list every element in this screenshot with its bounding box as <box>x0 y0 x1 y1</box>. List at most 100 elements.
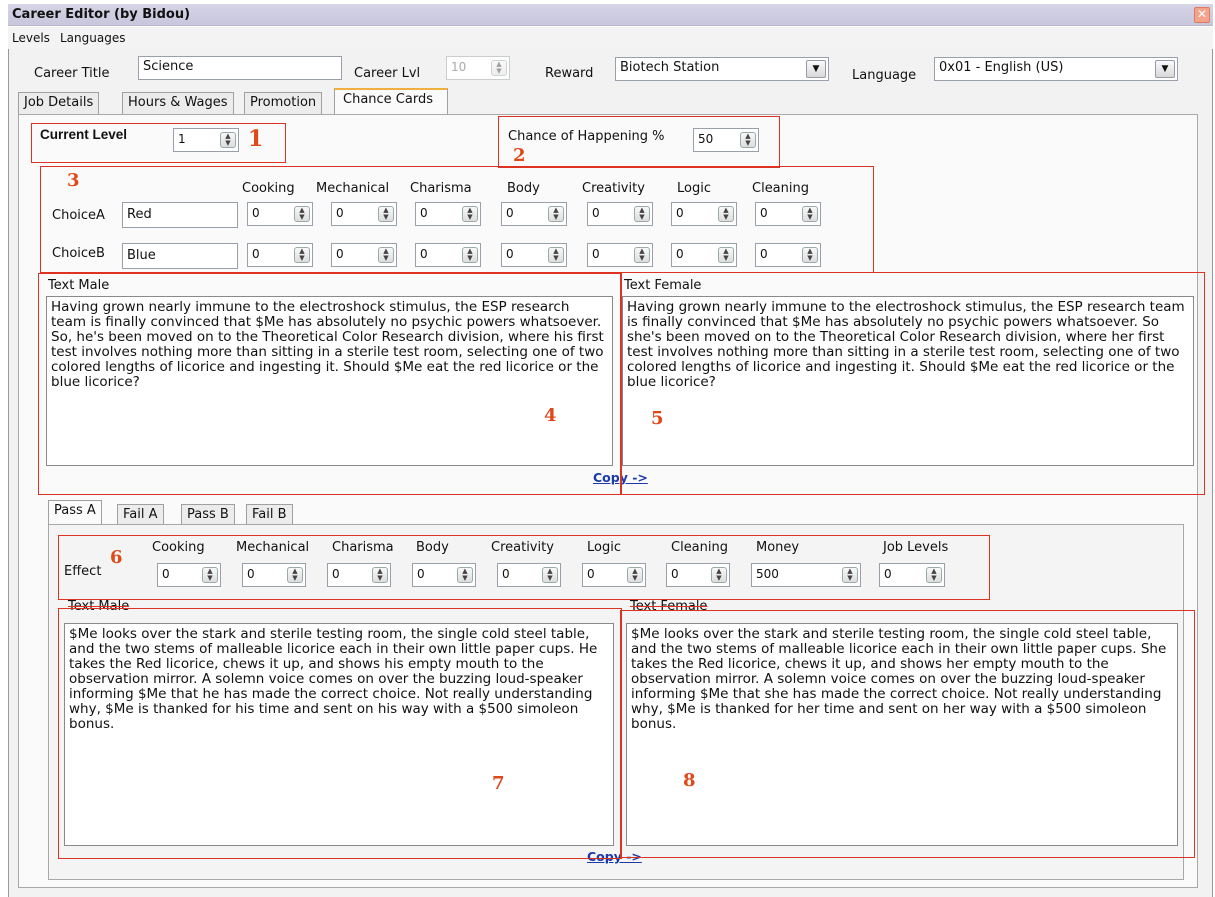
current-level-label: Current Level <box>40 127 128 142</box>
effect-stepper[interactable]: 0 ▲ ▼ <box>157 563 221 587</box>
outcome-text-male[interactable]: $Me looks over the stark and sterile tes… <box>64 623 614 846</box>
choice-a-name-input[interactable]: Red <box>122 202 238 228</box>
effect-header: Money <box>756 540 800 555</box>
spinner-arrows-icon[interactable]: ▲ ▼ <box>287 567 303 583</box>
choice-b-stepper-value: 0 <box>336 247 344 261</box>
tab-fail-b[interactable]: Fail B <box>246 504 293 526</box>
spinner-arrows-icon[interactable]: ▲ ▼ <box>802 206 818 222</box>
annotation-number-8: 8 <box>683 770 696 791</box>
card-text-male[interactable]: Having grown nearly immune to the electr… <box>46 296 613 466</box>
tab-hours-wages[interactable]: Hours & Wages <box>122 92 234 114</box>
spinner-arrows-icon[interactable]: ▲ ▼ <box>634 206 650 222</box>
choice-a-stepper[interactable]: 0 ▲ ▼ <box>587 202 653 226</box>
menu-levels[interactable]: Levels <box>12 31 50 45</box>
effect-stepper[interactable]: 0 ▲ ▼ <box>327 563 391 587</box>
choice-a-stepper[interactable]: 0 ▲ ▼ <box>247 202 313 226</box>
copy-link[interactable]: Copy -> <box>593 470 648 485</box>
spinner-arrows-icon[interactable]: ▲ ▼ <box>548 247 564 263</box>
spinner-arrows-icon[interactable]: ▲ ▼ <box>548 206 564 222</box>
column-header: Creativity <box>582 181 645 196</box>
copy-link-outcome[interactable]: Copy -> <box>587 849 642 864</box>
choice-b-stepper[interactable]: 0 ▲ ▼ <box>671 243 737 267</box>
choice-b-name-input[interactable]: Blue <box>122 243 238 269</box>
spinner-arrows-icon[interactable]: ▲ ▼ <box>711 567 727 583</box>
close-icon[interactable]: ✕ <box>1194 7 1210 23</box>
tab-pass-a[interactable]: Pass A <box>48 500 102 525</box>
chevron-down-icon[interactable]: ▼ <box>1155 60 1175 78</box>
spinner-arrows-icon[interactable]: ▲ ▼ <box>294 247 310 263</box>
spinner-arrows-icon[interactable]: ▲ ▼ <box>462 206 478 222</box>
choice-b-stepper[interactable]: 0 ▲ ▼ <box>331 243 397 267</box>
spinner-arrows-icon[interactable]: ▲ ▼ <box>802 247 818 263</box>
spinner-arrows-icon[interactable]: ▲ ▼ <box>462 247 478 263</box>
spinner-arrows-icon[interactable]: ▲ ▼ <box>491 60 507 76</box>
spinner-arrows-icon[interactable]: ▲ ▼ <box>718 247 734 263</box>
spinner-arrows-icon[interactable]: ▲ ▼ <box>372 567 388 583</box>
card-text-female[interactable]: Having grown nearly immune to the electr… <box>622 296 1194 466</box>
choice-a-stepper[interactable]: 0 ▲ ▼ <box>501 202 567 226</box>
spinner-arrows-icon[interactable]: ▲ ▼ <box>202 567 218 583</box>
effect-stepper[interactable]: 0 ▲ ▼ <box>666 563 730 587</box>
menu-languages[interactable]: Languages <box>60 31 125 45</box>
annotation-number-2: 2 <box>513 145 526 166</box>
choice-b-stepper[interactable]: 0 ▲ ▼ <box>587 243 653 267</box>
spinner-arrows-icon[interactable]: ▲ ▼ <box>634 247 650 263</box>
spinner-arrows-icon[interactable]: ▲ ▼ <box>926 567 942 583</box>
tab-pass-b[interactable]: Pass B <box>181 504 235 526</box>
tab-fail-a[interactable]: Fail A <box>117 504 164 526</box>
reward-label: Reward <box>545 66 594 81</box>
spinner-arrows-icon[interactable]: ▲ ▼ <box>294 206 310 222</box>
spinner-arrows-icon[interactable]: ▲ ▼ <box>220 132 236 148</box>
choice-a-stepper-value: 0 <box>760 206 768 220</box>
effect-stepper[interactable]: 0 ▲ ▼ <box>879 563 945 587</box>
column-header: Cleaning <box>752 181 809 196</box>
effect-stepper[interactable]: 0 ▲ ▼ <box>242 563 306 587</box>
outcome-text-female[interactable]: $Me looks over the stark and sterile tes… <box>626 623 1178 846</box>
choice-b-stepper[interactable]: 0 ▲ ▼ <box>755 243 821 267</box>
spinner-arrows-icon[interactable]: ▲ ▼ <box>542 567 558 583</box>
spinner-arrows-icon[interactable]: ▲ ▼ <box>718 206 734 222</box>
column-header: Body <box>507 181 540 196</box>
choice-a-stepper-value: 0 <box>506 206 514 220</box>
effect-stepper[interactable]: 0 ▲ ▼ <box>412 563 476 587</box>
current-level-stepper[interactable]: 1 ▲ ▼ <box>173 128 239 152</box>
chance-stepper[interactable]: 50 ▲ ▼ <box>693 128 759 152</box>
spinner-arrows-icon[interactable]: ▲ ▼ <box>457 567 473 583</box>
effect-stepper[interactable]: 0 ▲ ▼ <box>582 563 646 587</box>
chevron-down-icon[interactable]: ▼ <box>806 60 826 78</box>
choice-a-stepper[interactable]: 0 ▲ ▼ <box>755 202 821 226</box>
annotation-number-6: 6 <box>110 547 123 568</box>
choice-a-stepper[interactable]: 0 ▲ ▼ <box>415 202 481 226</box>
effect-stepper-value: 0 <box>502 567 510 581</box>
effect-stepper[interactable]: 500 ▲ ▼ <box>751 563 861 587</box>
outcome-text-male-label: Text Male <box>68 599 130 614</box>
career-lvl-stepper[interactable]: 10 ▲ ▼ <box>446 56 510 80</box>
spinner-arrows-icon[interactable]: ▲ ▼ <box>378 247 394 263</box>
spinner-arrows-icon[interactable]: ▲ ▼ <box>627 567 643 583</box>
tab-chance-cards[interactable]: Chance Cards <box>334 88 448 114</box>
column-header: Logic <box>677 181 711 196</box>
effect-header: Body <box>416 540 449 555</box>
effect-stepper[interactable]: 0 ▲ ▼ <box>497 563 561 587</box>
tab-promotion[interactable]: Promotion <box>244 92 323 114</box>
career-title-input[interactable]: Science <box>138 56 342 80</box>
choice-b-stepper[interactable]: 0 ▲ ▼ <box>247 243 313 267</box>
menu-bar: Levels Languages <box>8 27 1213 49</box>
choice-b-stepper[interactable]: 0 ▲ ▼ <box>415 243 481 267</box>
choice-a-stepper[interactable]: 0 ▲ ▼ <box>671 202 737 226</box>
tab-job-details[interactable]: Job Details <box>18 92 100 114</box>
reward-select[interactable]: Biotech Station ▼ <box>615 57 829 81</box>
text-female-label: Text Female <box>624 278 702 293</box>
choice-a-stepper[interactable]: 0 ▲ ▼ <box>331 202 397 226</box>
effect-header: Mechanical <box>236 540 310 555</box>
choice-b-stepper-value: 0 <box>592 247 600 261</box>
choice-a-stepper-value: 0 <box>676 206 684 220</box>
effect-header: Creativity <box>491 540 554 555</box>
spinner-arrows-icon[interactable]: ▲ ▼ <box>740 132 756 148</box>
spinner-arrows-icon[interactable]: ▲ ▼ <box>378 206 394 222</box>
spinner-arrows-icon[interactable]: ▲ ▼ <box>842 567 858 583</box>
effect-stepper-value: 0 <box>587 567 595 581</box>
choice-b-stepper[interactable]: 0 ▲ ▼ <box>501 243 567 267</box>
language-select[interactable]: 0x01 - English (US) ▼ <box>934 57 1178 81</box>
reward-value: Biotech Station <box>620 60 720 75</box>
